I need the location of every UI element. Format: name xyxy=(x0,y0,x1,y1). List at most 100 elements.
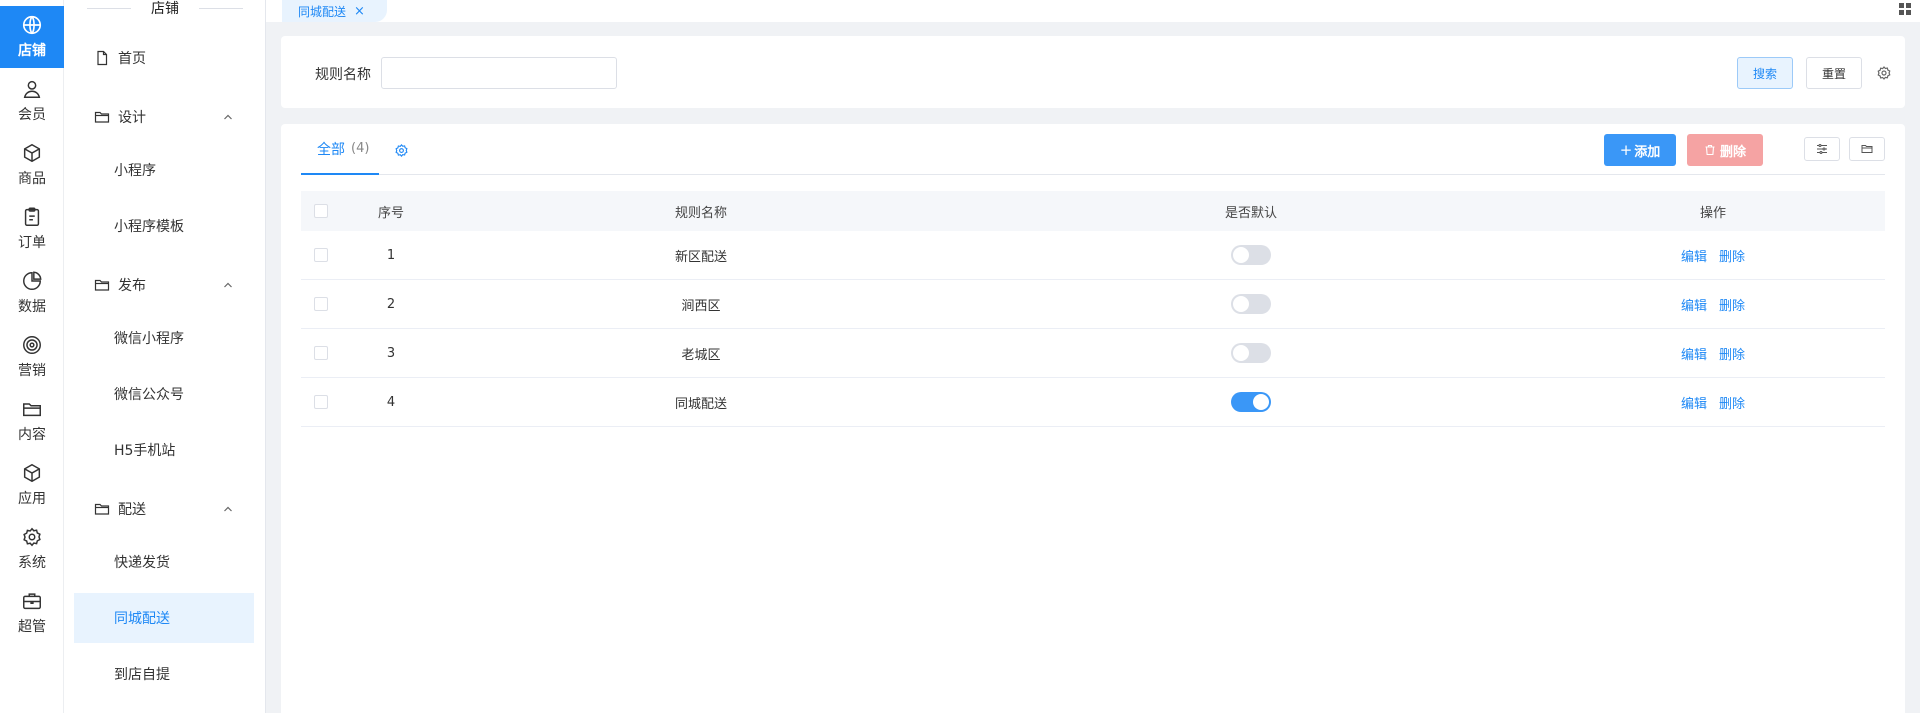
delete-link[interactable]: 删除 xyxy=(1719,246,1745,265)
delete-link[interactable]: 删除 xyxy=(1719,344,1745,363)
rail-item-system[interactable]: 系统 xyxy=(0,518,64,580)
sidebar-item-h5-site[interactable]: H5手机站 xyxy=(74,425,254,475)
add-button[interactable]: + 添加 xyxy=(1604,134,1676,166)
row-checkbox-cell xyxy=(301,280,341,328)
default-toggle[interactable] xyxy=(1231,392,1271,412)
row-checkbox-cell xyxy=(301,378,341,426)
page-tab-bar: 同城配送 × xyxy=(266,0,1920,22)
search-panel: 规则名称 搜索 重置 xyxy=(281,36,1905,108)
rail-item-goods[interactable]: 商品 xyxy=(0,134,64,196)
row-name: 老城区 xyxy=(681,347,721,363)
row-default-cell xyxy=(961,329,1541,377)
toggle-knob xyxy=(1253,394,1269,410)
rail-item-label: 营销 xyxy=(18,363,46,379)
folder-button[interactable] xyxy=(1849,137,1885,161)
row-checkbox[interactable] xyxy=(314,297,328,311)
sidebar-item-wechat-official[interactable]: 微信公众号 xyxy=(74,369,254,419)
rail-item-label: 店铺 xyxy=(18,43,46,59)
filter-columns-button[interactable] xyxy=(1804,137,1840,161)
row-actions: 编辑 删除 xyxy=(1541,378,1885,426)
row-no: 4 xyxy=(386,394,396,410)
sidebar-item-miniprogram-template[interactable]: 小程序模板 xyxy=(74,201,254,251)
rules-table: 序号 规则名称 是否默认 操作 1 新区配送 编辑 删除 2 涧西区 编辑 删除 xyxy=(301,191,1885,427)
sidebar-item-label: 微信公众号 xyxy=(114,387,184,403)
rail-item-data[interactable]: 数据 xyxy=(0,262,64,324)
close-icon[interactable]: × xyxy=(354,4,365,19)
row-no: 2 xyxy=(386,296,396,312)
target-icon xyxy=(23,336,41,354)
row-checkbox[interactable] xyxy=(314,346,328,360)
sidebar-item-design[interactable]: 设计 xyxy=(74,92,254,142)
gear-icon xyxy=(23,527,41,547)
row-checkbox[interactable] xyxy=(314,248,328,262)
page-tab-city-delivery[interactable]: 同城配送 × xyxy=(282,0,387,22)
chevron-up-icon[interactable] xyxy=(222,111,234,123)
tab-all[interactable]: 全部 (4) xyxy=(301,124,380,175)
rail-item-superadmin[interactable]: 超管 xyxy=(0,582,64,644)
edit-link[interactable]: 编辑 xyxy=(1681,295,1707,314)
add-button-label: 添加 xyxy=(1634,144,1661,160)
delete-link[interactable]: 删除 xyxy=(1719,393,1745,412)
table-header: 序号 规则名称 是否默认 操作 xyxy=(301,191,1885,231)
rail-item-label: 会员 xyxy=(18,107,46,123)
sidebar-item-store-pickup[interactable]: 到店自提 xyxy=(74,649,254,699)
sidebar-item-label: 微信小程序 xyxy=(114,331,184,347)
sidebar-item-express[interactable]: 快递发货 xyxy=(74,537,254,587)
sidebar-item-label: 首页 xyxy=(118,51,146,67)
row-name: 新区配送 xyxy=(674,249,727,265)
row-checkbox[interactable] xyxy=(314,395,328,409)
column-header-no: 序号 xyxy=(377,205,404,221)
delete-link[interactable]: 删除 xyxy=(1719,295,1745,314)
row-actions: 编辑 删除 xyxy=(1541,231,1885,279)
folder-icon xyxy=(1861,145,1873,153)
rule-name-input[interactable] xyxy=(381,57,617,89)
sidebar-item-city-delivery[interactable]: 同城配送 xyxy=(74,593,254,643)
rail-item-member[interactable]: 会员 xyxy=(0,70,64,132)
sidebar-item-delivery[interactable]: 配送 xyxy=(74,484,254,534)
gear-icon[interactable] xyxy=(1876,65,1892,81)
sidebar-item-label: 同城配送 xyxy=(114,611,170,627)
select-all-checkbox[interactable] xyxy=(314,204,328,218)
rail-item-orders[interactable]: 订单 xyxy=(0,198,64,260)
tab-count: (4) xyxy=(351,141,370,156)
grid-icon[interactable] xyxy=(1898,2,1912,16)
sidebar-item-label: 到店自提 xyxy=(114,667,170,683)
sidebar-item-label: 小程序 xyxy=(114,163,156,179)
rule-name-label: 规则名称 xyxy=(315,67,371,83)
sidebar-item-publish[interactable]: 发布 xyxy=(74,260,254,310)
sidebar-item-wechat-miniprogram[interactable]: 微信小程序 xyxy=(74,313,254,363)
edit-link[interactable]: 编辑 xyxy=(1681,246,1707,265)
sidebar-item-label: 发布 xyxy=(118,278,146,294)
batch-delete-button[interactable]: 删除 xyxy=(1687,134,1763,166)
default-toggle[interactable] xyxy=(1231,294,1271,314)
header-checkbox-cell xyxy=(301,191,341,231)
sliders-icon xyxy=(1817,144,1827,154)
rail-item-shop[interactable]: 店铺 xyxy=(0,6,64,68)
sidebar-item-miniprogram[interactable]: 小程序 xyxy=(74,145,254,195)
reset-button[interactable]: 重置 xyxy=(1806,57,1862,89)
sidebar-item-home[interactable]: 首页 xyxy=(74,33,254,83)
table-panel: 全部 (4) + 添加 删除 序号 规则名称 是否默认 操作 1 新区配送 编辑… xyxy=(281,124,1905,713)
search-button[interactable]: 搜索 xyxy=(1737,57,1793,89)
rail-item-apps[interactable]: 应用 xyxy=(0,454,64,516)
edit-link[interactable]: 编辑 xyxy=(1681,344,1707,363)
row-default-cell xyxy=(961,280,1541,328)
chevron-up-icon[interactable] xyxy=(222,279,234,291)
rail-item-marketing[interactable]: 营销 xyxy=(0,326,64,388)
briefcase-icon xyxy=(23,593,41,610)
icon-rail: 店铺 会员 商品 订单 数据 营销 内容 应用 系统 超管 xyxy=(0,0,64,713)
toggle-knob xyxy=(1233,296,1249,312)
trash-icon xyxy=(1705,144,1715,156)
default-toggle[interactable] xyxy=(1231,245,1271,265)
user-icon xyxy=(23,80,41,98)
sidebar-item-label: H5手机站 xyxy=(114,443,176,459)
edit-link[interactable]: 编辑 xyxy=(1681,393,1707,412)
rail-item-label: 数据 xyxy=(18,299,46,315)
default-toggle[interactable] xyxy=(1231,343,1271,363)
rail-item-content[interactable]: 内容 xyxy=(0,390,64,452)
gear-icon[interactable] xyxy=(394,143,409,158)
row-no: 1 xyxy=(386,247,396,263)
sub-sidebar: 店铺 首页 设计 小程序 小程序模板 发布 微信小程序 微信公众号 H5手机站 … xyxy=(64,0,266,713)
delete-button-label: 删除 xyxy=(1719,144,1746,160)
chevron-up-icon[interactable] xyxy=(222,503,234,515)
